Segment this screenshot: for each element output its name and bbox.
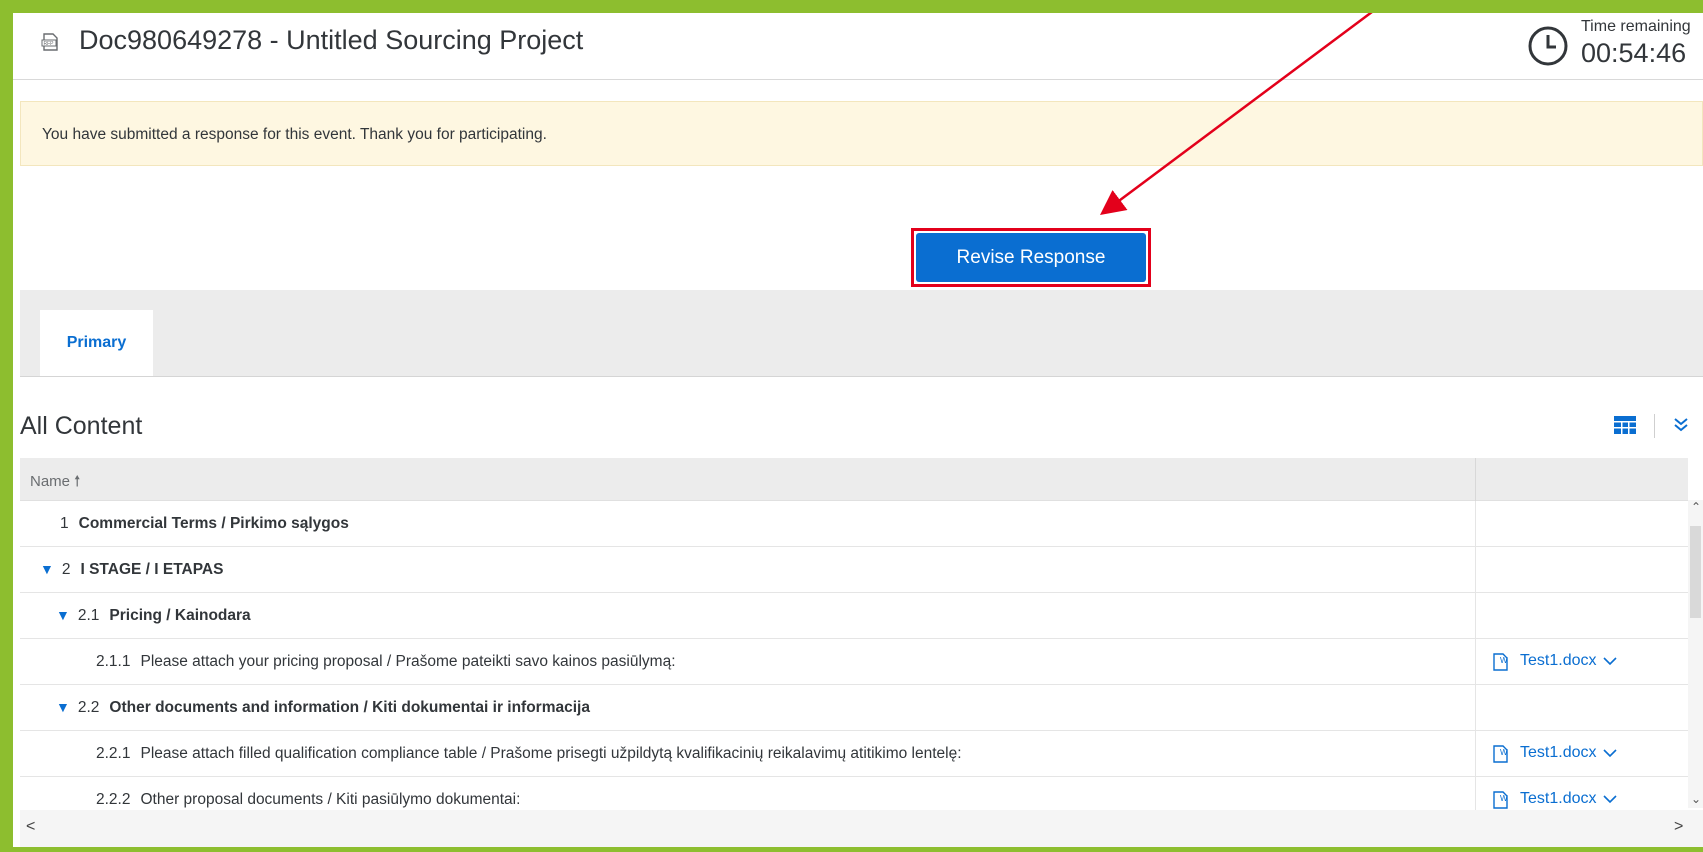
row-label: 2.1.1 Please attach your pricing proposal… xyxy=(96,653,676,670)
word-document-icon: W xyxy=(1493,745,1508,763)
page-header: RFP Doc980649278 - Untitled Sourcing Pro… xyxy=(13,13,1703,80)
time-remaining-label: Time remaining xyxy=(1581,18,1691,35)
svg-text:RFP: RFP xyxy=(44,41,55,47)
attachment-link[interactable]: W Test1.docx xyxy=(1490,650,1618,674)
column-divider xyxy=(1475,458,1476,501)
column-divider xyxy=(1475,685,1476,731)
row-label: 2.2.1 Please attach filled qualification … xyxy=(96,745,962,762)
column-divider xyxy=(1475,777,1476,810)
table-row[interactable]: 1 Commercial Terms / Pirkimo sąlygos xyxy=(20,501,1688,547)
tab-bar: Primary xyxy=(20,290,1703,377)
expand-triangle-icon[interactable]: ▼ xyxy=(40,561,54,577)
attachment-link[interactable]: W Test1.docx xyxy=(1490,742,1618,766)
column-divider xyxy=(1475,501,1476,547)
time-remaining-value: 00:54:46 xyxy=(1581,38,1687,68)
row-label: 1 Commercial Terms / Pirkimo sąlygos xyxy=(60,515,349,532)
tab-primary[interactable]: Primary xyxy=(40,310,153,376)
row-label: 2.2.2 Other proposal documents / Kiti pas… xyxy=(96,791,521,808)
toolbar-divider xyxy=(1654,414,1655,438)
svg-text:W: W xyxy=(1500,794,1508,803)
name-column-header[interactable]: Name 🠕 xyxy=(30,471,80,496)
row-label: ▼ 2.2 Other documents and information / Ki… xyxy=(56,699,590,716)
chevron-down-icon[interactable] xyxy=(1602,747,1618,759)
column-divider xyxy=(1475,593,1476,639)
expand-triangle-icon[interactable]: ▼ xyxy=(56,607,70,623)
scroll-down-icon[interactable]: ⌄ xyxy=(1691,792,1701,806)
table-row[interactable]: 2.1.1 Please attach your pricing proposal… xyxy=(20,639,1688,685)
banner-message: You have submitted a response for this e… xyxy=(42,126,547,143)
table-row[interactable]: 2.2.1 Please attach filled qualification … xyxy=(20,731,1688,777)
attachment-link[interactable]: W Test1.docx xyxy=(1490,788,1618,810)
table-row[interactable]: ▼ 2.2 Other documents and information / Ki… xyxy=(20,685,1688,731)
sort-ascending-icon: 🠕 xyxy=(74,473,81,490)
row-label: ▼ 2 I STAGE / I ETAPAS xyxy=(40,561,224,578)
scroll-left-icon[interactable]: < xyxy=(26,818,35,836)
svg-text:W: W xyxy=(1500,748,1508,757)
clock-icon xyxy=(1528,26,1568,66)
expand-triangle-icon[interactable]: ▼ xyxy=(56,699,70,715)
table-header: Name 🠕 xyxy=(20,458,1688,501)
content-table: Name 🠕 1 Commercial Terms / Pirkimo sąlygo… xyxy=(20,458,1688,810)
rfp-document-icon: RFP xyxy=(41,33,58,51)
row-label: ▼ 2.1 Pricing / Kainodara xyxy=(56,607,251,624)
scroll-up-icon[interactable]: ⌃ xyxy=(1691,500,1701,514)
vertical-scrollbar[interactable]: ⌃ ⌄ xyxy=(1688,500,1703,808)
word-document-icon: W xyxy=(1493,653,1508,671)
column-divider xyxy=(1475,731,1476,777)
horizontal-scrollbar[interactable]: < > xyxy=(20,810,1703,847)
revise-response-button[interactable]: Revise Response xyxy=(916,233,1146,282)
column-divider xyxy=(1475,639,1476,685)
page-title: Doc980649278 - Untitled Sourcing Project xyxy=(79,25,584,55)
table-row[interactable]: ▼ 2 I STAGE / I ETAPAS xyxy=(20,547,1688,593)
scrollbar-thumb[interactable] xyxy=(1690,526,1701,618)
scroll-right-icon[interactable]: > xyxy=(1674,818,1683,836)
table-row[interactable]: 2.2.2 Other proposal documents / Kiti pas… xyxy=(20,777,1688,810)
word-document-icon: W xyxy=(1493,791,1508,809)
svg-text:W: W xyxy=(1500,656,1508,665)
table-row[interactable]: ▼ 2.1 Pricing / Kainodara xyxy=(20,593,1688,639)
info-banner: You have submitted a response for this e… xyxy=(20,101,1703,166)
chevron-down-icon[interactable] xyxy=(1602,655,1618,667)
expand-all-icon[interactable] xyxy=(1672,416,1690,434)
column-divider xyxy=(1475,547,1476,593)
section-title: All Content xyxy=(20,412,143,440)
chevron-down-icon[interactable] xyxy=(1602,793,1618,805)
table-view-icon[interactable] xyxy=(1614,416,1636,434)
